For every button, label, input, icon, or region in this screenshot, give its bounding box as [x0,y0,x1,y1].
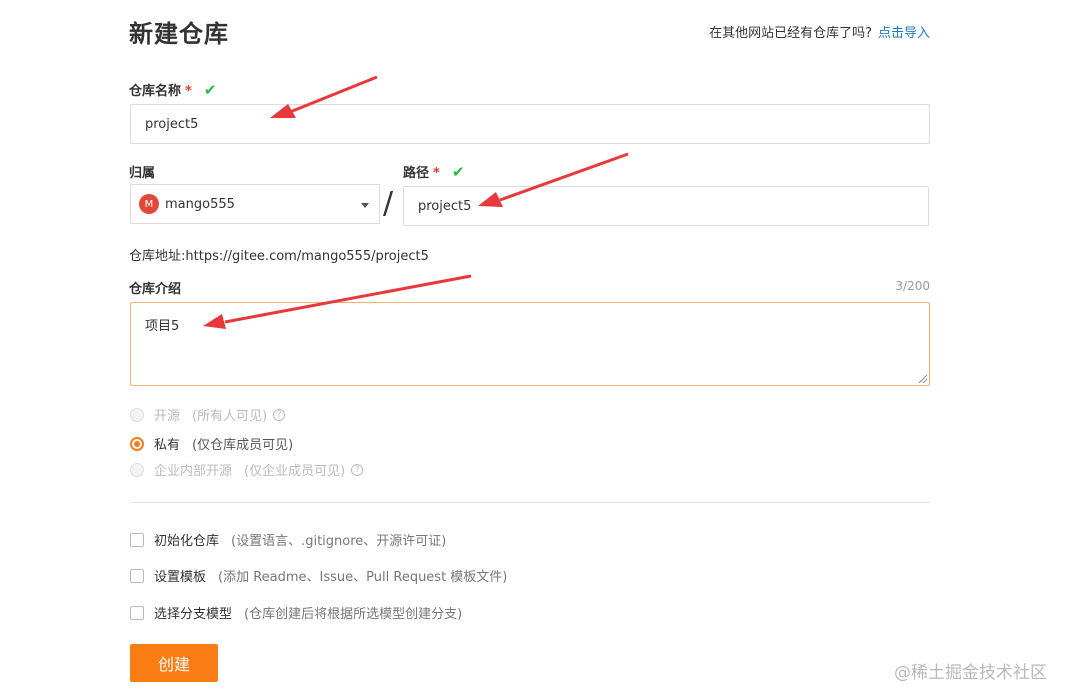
arrow-head [203,314,226,329]
annotation-arrows [203,75,629,329]
arrow-head [478,192,503,207]
arrow-shaft [499,152,629,202]
arrow-shaft [224,274,472,324]
arrow-shaft [289,75,378,114]
